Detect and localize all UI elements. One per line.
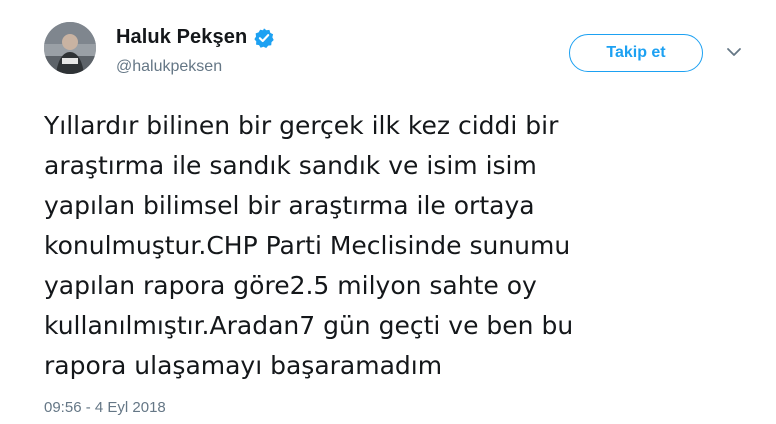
avatar[interactable] (44, 22, 96, 74)
tweet-text-line: kullanılmıştır.Aradan7 gün geçti ve ben … (44, 311, 574, 340)
follow-button[interactable]: Takip et (569, 34, 703, 72)
tweet-text-line: yapılan bilimsel bir araştırma ile ortay… (44, 191, 535, 220)
profile-photo-icon (44, 22, 96, 74)
tweet-text-line: yapılan rapora göre2.5 milyon sahte oy (44, 271, 537, 300)
tweet-text-line: araştırma ile sandık sandık ve isim isim (44, 151, 537, 180)
tweet-text-line: konulmuştur.CHP Parti Meclisinde sunumu (44, 231, 571, 260)
tweet-text-line: rapora ulaşamayı başaramadım (44, 351, 443, 380)
verified-badge-icon (253, 27, 275, 49)
author-name-row: Haluk Pekşen (116, 26, 275, 49)
author-handle[interactable]: @halukpeksen (116, 58, 222, 76)
chevron-down-icon[interactable] (724, 44, 744, 60)
tweet-timestamp[interactable]: 09:56 - 4 Eyl 2018 (44, 399, 166, 416)
author-display-name[interactable]: Haluk Pekşen (116, 26, 247, 49)
tweet-text: Yıllardır bilinen bir gerçek ilk kez cid… (44, 106, 744, 386)
tweet-text-line: Yıllardır bilinen bir gerçek ilk kez cid… (44, 111, 559, 140)
